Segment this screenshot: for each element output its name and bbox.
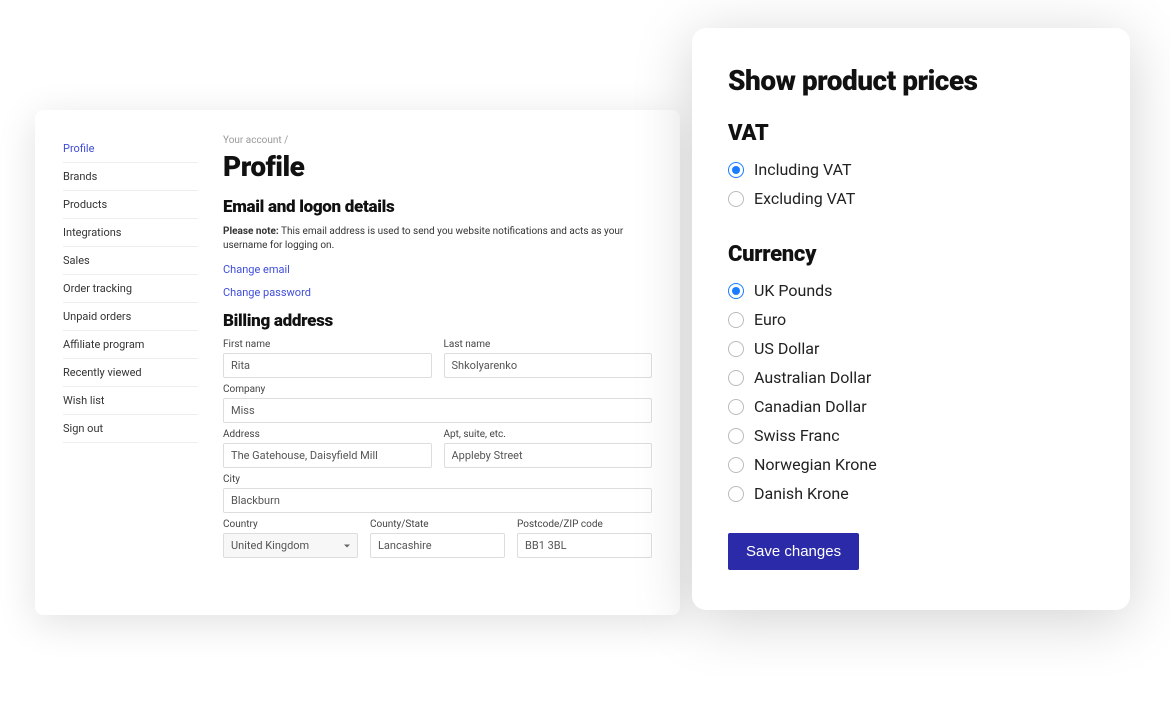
email-note: Please note: This email address is used … — [223, 225, 652, 253]
sidebar-item-order-tracking[interactable]: Order tracking — [63, 275, 198, 303]
last-name-label: Last name — [444, 339, 653, 350]
page-title: Profile — [223, 150, 652, 183]
change-password-link[interactable]: Change password — [223, 286, 652, 299]
radio-icon — [728, 457, 744, 473]
county-label: County/State — [370, 519, 505, 530]
currency-option-label: Danish Krone — [754, 484, 849, 503]
country-select[interactable] — [223, 533, 358, 558]
profile-panel: Profile Brands Products Integrations Sal… — [35, 110, 680, 615]
vat-option-including[interactable]: Including VAT — [728, 160, 1094, 179]
sidebar-item-sales[interactable]: Sales — [63, 247, 198, 275]
city-input[interactable] — [223, 488, 652, 513]
vat-option-label: Including VAT — [754, 160, 852, 179]
breadcrumb[interactable]: Your account / — [223, 135, 652, 146]
first-name-input[interactable] — [223, 353, 432, 378]
vat-option-label: Excluding VAT — [754, 189, 855, 208]
billing-section-heading: Billing address — [223, 311, 652, 331]
profile-main: Your account / Profile Email and logon d… — [223, 135, 652, 558]
radio-icon — [728, 428, 744, 444]
sidebar-item-integrations[interactable]: Integrations — [63, 219, 198, 247]
currency-option-canadian-dollar[interactable]: Canadian Dollar — [728, 397, 1094, 416]
currency-option-label: Swiss Franc — [754, 426, 840, 445]
currency-option-label: Euro — [754, 310, 786, 329]
company-label: Company — [223, 384, 652, 395]
radio-icon — [728, 162, 744, 178]
sidebar-item-affiliate-program[interactable]: Affiliate program — [63, 331, 198, 359]
prices-panel: Show product prices VAT Including VAT Ex… — [692, 28, 1130, 610]
email-note-text: This email address is used to send you w… — [223, 226, 623, 251]
sidebar-item-products[interactable]: Products — [63, 191, 198, 219]
currency-option-label: Norwegian Krone — [754, 455, 877, 474]
currency-option-swiss-franc[interactable]: Swiss Franc — [728, 426, 1094, 445]
country-label: Country — [223, 519, 358, 530]
radio-icon — [728, 486, 744, 502]
currency-option-label: US Dollar — [754, 339, 819, 358]
radio-icon — [728, 399, 744, 415]
change-email-link[interactable]: Change email — [223, 263, 652, 276]
currency-option-label: Canadian Dollar — [754, 397, 867, 416]
sidebar-item-recently-viewed[interactable]: Recently viewed — [63, 359, 198, 387]
radio-icon — [728, 283, 744, 299]
company-input[interactable] — [223, 398, 652, 423]
apt-label: Apt, suite, etc. — [444, 429, 653, 440]
radio-icon — [728, 341, 744, 357]
county-input[interactable] — [370, 533, 505, 558]
currency-option-australian-dollar[interactable]: Australian Dollar — [728, 368, 1094, 387]
save-changes-button[interactable]: Save changes — [728, 533, 859, 570]
email-note-bold: Please note: — [223, 226, 279, 237]
currency-option-label: UK Pounds — [754, 281, 832, 300]
vat-heading: VAT — [728, 121, 1094, 146]
sidebar-item-profile[interactable]: Profile — [63, 135, 198, 163]
city-label: City — [223, 474, 652, 485]
currency-option-norwegian-krone[interactable]: Norwegian Krone — [728, 455, 1094, 474]
currency-option-us-dollar[interactable]: US Dollar — [728, 339, 1094, 358]
sidebar-item-sign-out[interactable]: Sign out — [63, 415, 198, 443]
postcode-input[interactable] — [517, 533, 652, 558]
radio-icon — [728, 312, 744, 328]
sidebar-item-wish-list[interactable]: Wish list — [63, 387, 198, 415]
radio-icon — [728, 370, 744, 386]
currency-heading: Currency — [728, 242, 1094, 267]
address-input[interactable] — [223, 443, 432, 468]
currency-option-danish-krone[interactable]: Danish Krone — [728, 484, 1094, 503]
last-name-input[interactable] — [444, 353, 653, 378]
currency-option-euro[interactable]: Euro — [728, 310, 1094, 329]
apt-input[interactable] — [444, 443, 653, 468]
email-section-heading: Email and logon details — [223, 197, 652, 217]
radio-icon — [728, 191, 744, 207]
currency-option-label: Australian Dollar — [754, 368, 871, 387]
prices-title: Show product prices — [728, 64, 1094, 97]
sidebar: Profile Brands Products Integrations Sal… — [63, 135, 198, 443]
sidebar-item-unpaid-orders[interactable]: Unpaid orders — [63, 303, 198, 331]
currency-option-uk-pounds[interactable]: UK Pounds — [728, 281, 1094, 300]
postcode-label: Postcode/ZIP code — [517, 519, 652, 530]
vat-option-excluding[interactable]: Excluding VAT — [728, 189, 1094, 208]
address-label: Address — [223, 429, 432, 440]
first-name-label: First name — [223, 339, 432, 350]
sidebar-item-brands[interactable]: Brands — [63, 163, 198, 191]
